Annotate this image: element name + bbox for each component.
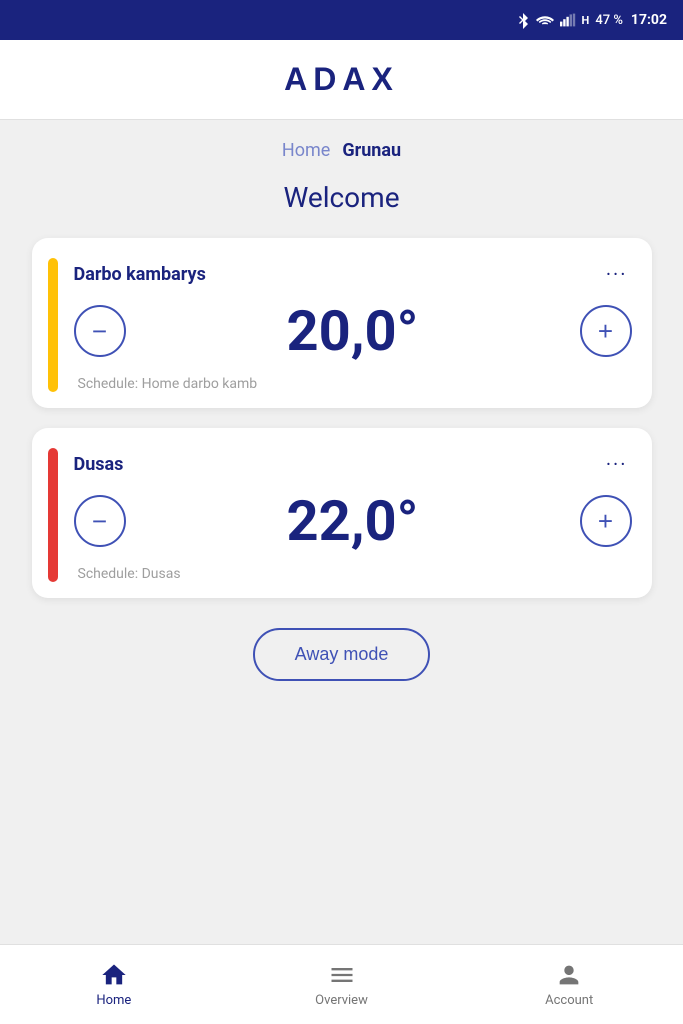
bluetooth-icon — [516, 11, 530, 29]
temp-value-1: 20,0° — [126, 298, 580, 364]
breadcrumb-home[interactable]: Home — [282, 140, 330, 161]
card-temp-row-1: − 20,0° + — [74, 298, 632, 364]
card-accent-red — [48, 448, 58, 582]
network-type-indicator: H — [582, 14, 590, 27]
battery-percentage: 47 % — [595, 13, 623, 28]
card-temp-row-2: − 22,0° + — [74, 488, 632, 554]
nav-account-label: Account — [545, 993, 593, 1008]
app-logo: ADAX — [284, 61, 399, 98]
nav-account[interactable]: Account — [455, 945, 683, 1024]
nav-overview-label: Overview — [315, 993, 368, 1008]
temp-increase-btn-2[interactable]: + — [580, 495, 632, 547]
device-name-2: Dusas — [74, 454, 124, 475]
card-accent-yellow — [48, 258, 58, 392]
device-card-dusas: Dusas ··· − 22,0° + Schedule: Dusas — [32, 428, 652, 598]
temp-decrease-btn-2[interactable]: − — [74, 495, 126, 547]
device-name-1: Darbo kambarys — [74, 264, 206, 285]
temp-increase-btn-1[interactable]: + — [580, 305, 632, 357]
status-icons: H 47 % — [516, 11, 623, 29]
signal-icon — [560, 13, 576, 27]
nav-overview[interactable]: Overview — [228, 945, 456, 1024]
nav-home-label: Home — [96, 993, 131, 1008]
device-menu-btn-2[interactable]: ··· — [602, 448, 632, 480]
device-menu-btn-1[interactable]: ··· — [602, 258, 632, 290]
temp-value-2: 22,0° — [126, 488, 580, 554]
welcome-title: Welcome — [283, 181, 399, 214]
card-header-1: Darbo kambarys ··· — [74, 258, 632, 290]
app-header: ADAX — [0, 40, 683, 120]
temp-decrease-btn-1[interactable]: − — [74, 305, 126, 357]
nav-home[interactable]: Home — [0, 945, 228, 1024]
breadcrumb-current[interactable]: Grunau — [342, 140, 401, 161]
account-icon — [555, 961, 583, 989]
card-schedule-2: Schedule: Dusas — [74, 566, 632, 582]
card-header-2: Dusas ··· — [74, 448, 632, 480]
wifi-icon — [536, 13, 554, 27]
away-mode-button[interactable]: Away mode — [253, 628, 431, 681]
home-icon — [100, 961, 128, 989]
card-body-1: Darbo kambarys ··· − 20,0° + Schedule: H… — [74, 258, 632, 392]
status-bar: H 47 % 17:02 — [0, 0, 683, 40]
card-body-2: Dusas ··· − 22,0° + Schedule: Dusas — [74, 448, 632, 582]
device-card-darbo-kambarys: Darbo kambarys ··· − 20,0° + Schedule: H… — [32, 238, 652, 408]
overview-icon — [328, 961, 356, 989]
main-content: Home Grunau Welcome Darbo kambarys ··· −… — [0, 120, 683, 944]
card-schedule-1: Schedule: Home darbo kamb — [74, 376, 632, 392]
breadcrumb: Home Grunau — [282, 140, 401, 161]
bottom-nav: Home Overview Account — [0, 944, 683, 1024]
status-time: 17:02 — [631, 12, 667, 28]
